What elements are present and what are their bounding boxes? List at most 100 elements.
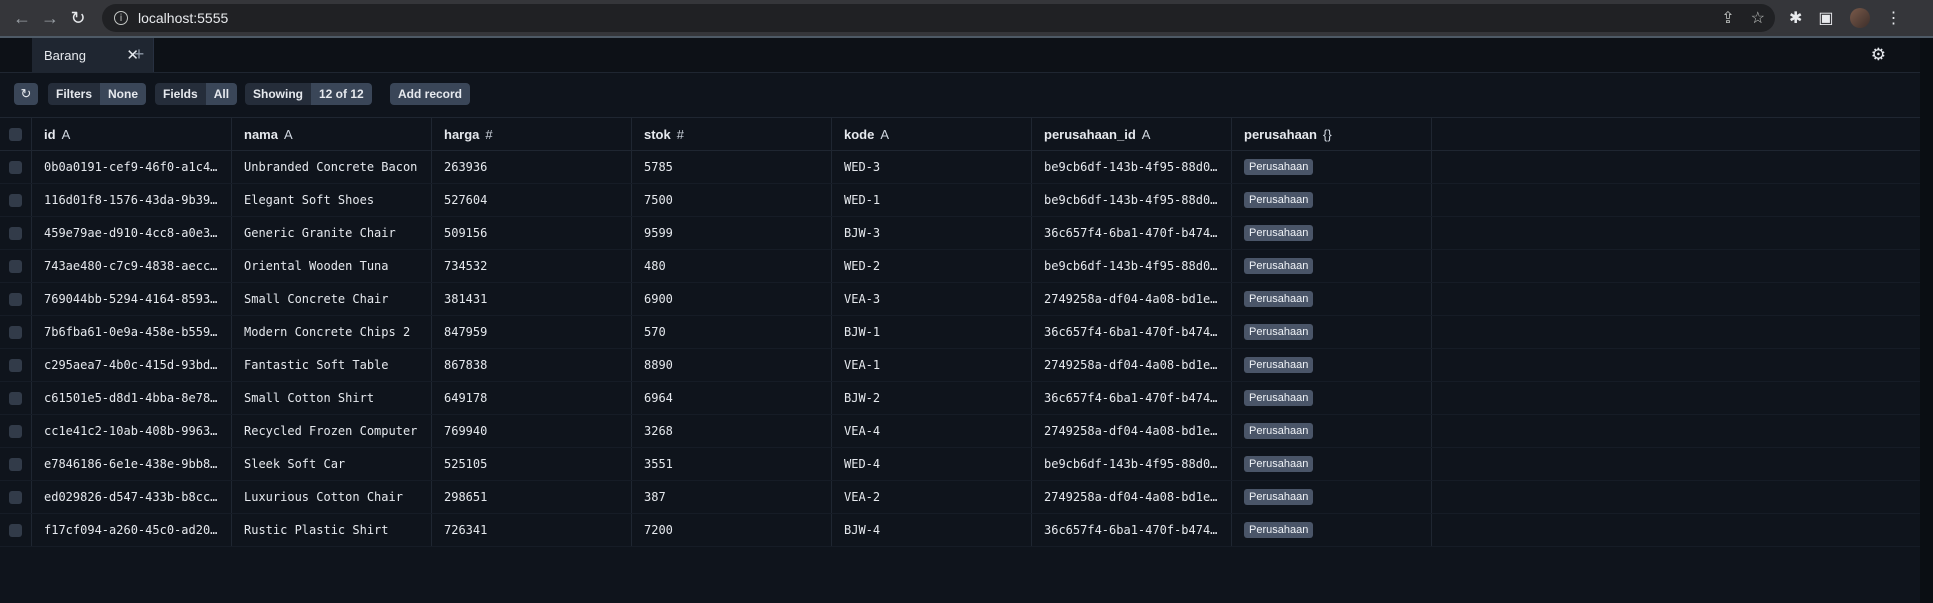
row-checkbox[interactable] (9, 490, 22, 504)
table-cell-perusahaan[interactable]: Perusahaan (1232, 349, 1432, 381)
table-cell-kode[interactable]: BJW-1 (832, 316, 1032, 348)
share-icon[interactable]: ⇪ (1721, 8, 1734, 28)
table-cell-perusahaan[interactable]: Perusahaan (1232, 250, 1432, 282)
table-cell-nama[interactable]: Unbranded Concrete Bacon (232, 151, 432, 183)
table-cell-nama[interactable]: Generic Granite Chair (232, 217, 432, 249)
table-cell-id[interactable]: c295aea7-4b0c-415d-93bd… (32, 349, 232, 381)
table-cell-perusahaan_id[interactable]: be9cb6df-143b-4f95-88d0… (1032, 184, 1232, 216)
column-header[interactable]: nama A (232, 118, 432, 150)
add-tab-icon[interactable]: + (129, 44, 149, 65)
relation-chip[interactable]: Perusahaan (1244, 489, 1314, 505)
row-checkbox[interactable] (9, 226, 22, 240)
row-checkbox[interactable] (9, 193, 22, 207)
table-cell-kode[interactable]: BJW-2 (832, 382, 1032, 414)
table-cell-harga[interactable]: 847959 (432, 316, 632, 348)
address-bar[interactable]: i localhost:5555 ⇪ ☆ (102, 4, 1775, 32)
table-row[interactable]: 7b6fba61-0e9a-458e-b559… Modern Concrete … (0, 316, 1920, 349)
table-cell-kode[interactable]: VEA-4 (832, 415, 1032, 447)
table-cell-harga[interactable]: 509156 (432, 217, 632, 249)
table-cell-perusahaan_id[interactable]: 2749258a-df04-4a08-bd1e… (1032, 283, 1232, 315)
table-cell-id[interactable]: 769044bb-5294-4164-8593… (32, 283, 232, 315)
table-row[interactable]: ed029826-d547-433b-b8cc… Luxurious Cotton… (0, 481, 1920, 514)
table-cell-perusahaan[interactable]: Perusahaan (1232, 415, 1432, 447)
table-cell-id[interactable]: 7b6fba61-0e9a-458e-b559… (32, 316, 232, 348)
profile-avatar[interactable] (1849, 8, 1870, 28)
row-checkbox[interactable] (9, 358, 22, 372)
table-row[interactable]: 0b0a0191-cef9-46f0-a1c4… Unbranded Concre… (0, 151, 1920, 184)
refresh-button[interactable]: ↻ (14, 83, 38, 105)
table-cell-perusahaan[interactable]: Perusahaan (1232, 448, 1432, 480)
table-cell-perusahaan[interactable]: Perusahaan (1232, 382, 1432, 414)
table-cell-stok[interactable]: 5785 (632, 151, 832, 183)
table-row[interactable]: e7846186-6e1e-438e-9bb8… Sleek Soft Car 52… (0, 448, 1920, 481)
table-cell-kode[interactable]: WED-3 (832, 151, 1032, 183)
table-cell-stok[interactable]: 8890 (632, 349, 832, 381)
table-cell-nama[interactable]: Modern Concrete Chips 2 (232, 316, 432, 348)
table-cell-id[interactable]: c61501e5-d8d1-4bba-8e78… (32, 382, 232, 414)
table-row[interactable]: f17cf094-a260-45c0-ad20… Rustic Plastic S… (0, 514, 1920, 547)
table-cell-nama[interactable]: Elegant Soft Shoes (232, 184, 432, 216)
table-cell-id[interactable]: e7846186-6e1e-438e-9bb8… (32, 448, 232, 480)
url-text[interactable]: localhost:5555 (138, 10, 228, 26)
table-cell-perusahaan_id[interactable]: 2749258a-df04-4a08-bd1e… (1032, 481, 1232, 513)
table-row[interactable]: 459e79ae-d910-4cc8-a0e3… Generic Granite … (0, 217, 1920, 250)
table-cell-kode[interactable]: WED-2 (832, 250, 1032, 282)
relation-chip[interactable]: Perusahaan (1244, 324, 1314, 340)
relation-chip[interactable]: Perusahaan (1244, 258, 1314, 274)
browser-menu-icon[interactable]: ⋮ (1886, 8, 1902, 28)
table-cell-nama[interactable]: Luxurious Cotton Chair (232, 481, 432, 513)
select-all-checkbox[interactable] (9, 127, 22, 141)
table-cell-id[interactable]: cc1e41c2-10ab-408b-9963… (32, 415, 232, 447)
table-cell-perusahaan[interactable]: Perusahaan (1232, 184, 1432, 216)
table-cell-harga[interactable]: 734532 (432, 250, 632, 282)
fields-button[interactable]: Fields All (155, 83, 238, 105)
side-panel-icon[interactable]: ▣ (1818, 8, 1833, 28)
relation-chip[interactable]: Perusahaan (1244, 159, 1314, 175)
column-header[interactable]: id A (32, 118, 232, 150)
table-cell-perusahaan[interactable]: Perusahaan (1232, 151, 1432, 183)
row-checkbox[interactable] (9, 457, 22, 471)
table-cell-nama[interactable]: Sleek Soft Car (232, 448, 432, 480)
table-cell-nama[interactable]: Small Cotton Shirt (232, 382, 432, 414)
table-cell-id[interactable]: f17cf094-a260-45c0-ad20… (32, 514, 232, 546)
table-row[interactable]: c61501e5-d8d1-4bba-8e78… Small Cotton Shi… (0, 382, 1920, 415)
table-cell-id[interactable]: 459e79ae-d910-4cc8-a0e3… (32, 217, 232, 249)
table-cell-kode[interactable]: BJW-3 (832, 217, 1032, 249)
table-cell-stok[interactable]: 480 (632, 250, 832, 282)
row-checkbox[interactable] (9, 325, 22, 339)
table-cell-kode[interactable]: VEA-2 (832, 481, 1032, 513)
row-checkbox[interactable] (9, 424, 22, 438)
table-cell-perusahaan_id[interactable]: be9cb6df-143b-4f95-88d0… (1032, 250, 1232, 282)
table-cell-nama[interactable]: Oriental Wooden Tuna (232, 250, 432, 282)
table-cell-kode[interactable]: WED-4 (832, 448, 1032, 480)
bookmark-star-icon[interactable]: ☆ (1751, 8, 1765, 28)
relation-chip[interactable]: Perusahaan (1244, 225, 1314, 241)
table-cell-perusahaan_id[interactable]: 36c657f4-6ba1-470f-b474… (1032, 316, 1232, 348)
relation-chip[interactable]: Perusahaan (1244, 192, 1314, 208)
table-cell-kode[interactable]: BJW-4 (832, 514, 1032, 546)
table-row[interactable]: 769044bb-5294-4164-8593… Small Concrete C… (0, 283, 1920, 316)
table-cell-nama[interactable]: Recycled Frozen Computer (232, 415, 432, 447)
table-cell-stok[interactable]: 7200 (632, 514, 832, 546)
reload-icon[interactable]: ↻ (64, 4, 92, 32)
relation-chip[interactable]: Perusahaan (1244, 291, 1314, 307)
table-cell-nama[interactable]: Rustic Plastic Shirt (232, 514, 432, 546)
column-header[interactable]: kode A (832, 118, 1032, 150)
table-cell-perusahaan_id[interactable]: be9cb6df-143b-4f95-88d0… (1032, 151, 1232, 183)
row-checkbox[interactable] (9, 523, 22, 537)
table-cell-kode[interactable]: WED-1 (832, 184, 1032, 216)
filters-button[interactable]: Filters None (48, 83, 147, 105)
extensions-puzzle-icon[interactable]: ✱ (1789, 8, 1802, 28)
column-header[interactable]: perusahaan_id A (1032, 118, 1232, 150)
table-cell-id[interactable]: 743ae480-c7c9-4838-aecc… (32, 250, 232, 282)
row-checkbox[interactable] (9, 160, 22, 174)
add-record-button[interactable]: Add record (390, 83, 471, 105)
page-scrollbar[interactable] (1920, 38, 1933, 603)
row-checkbox[interactable] (9, 391, 22, 405)
table-cell-perusahaan[interactable]: Perusahaan (1232, 217, 1432, 249)
table-cell-stok[interactable]: 570 (632, 316, 832, 348)
settings-gear-icon[interactable]: ⚙ (1871, 45, 1886, 65)
table-cell-harga[interactable]: 263936 (432, 151, 632, 183)
table-cell-stok[interactable]: 3551 (632, 448, 832, 480)
table-cell-nama[interactable]: Fantastic Soft Table (232, 349, 432, 381)
